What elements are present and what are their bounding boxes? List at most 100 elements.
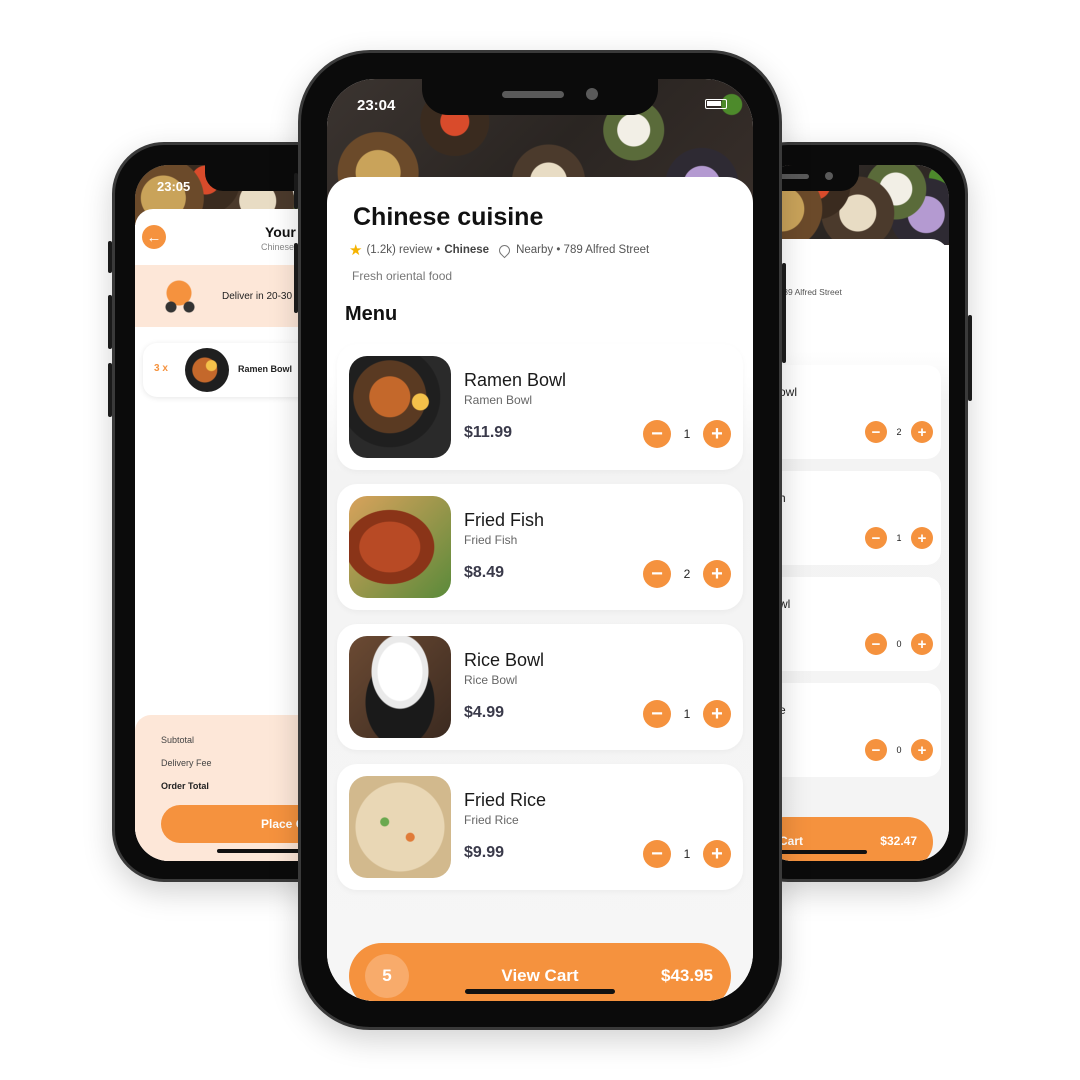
- menu-item-card[interactable]: wl − 0 +: [759, 577, 941, 671]
- quantity-stepper: − 1 +: [643, 420, 731, 448]
- review-count: (1.2k) review: [366, 244, 433, 256]
- view-cart-label: Cart: [779, 834, 804, 848]
- status-time: 23:04: [357, 97, 396, 114]
- qty-value: 1: [683, 427, 691, 441]
- qty-value: 0: [896, 745, 902, 755]
- quantity-stepper: − 2 +: [865, 421, 933, 443]
- decrease-qty-button[interactable]: −: [865, 527, 887, 549]
- increase-qty-button[interactable]: +: [911, 739, 933, 761]
- cart-title: Your: [265, 224, 296, 240]
- restaurant-name: Chinese cuisine: [353, 203, 544, 231]
- speaker: [502, 91, 564, 98]
- menu-item-card[interactable]: Ramen Bowl Ramen Bowl $11.99 − 1 +: [337, 344, 743, 470]
- order-total-label: Order Total: [161, 781, 209, 791]
- battery-icon: [705, 99, 727, 109]
- item-name: Fried Fish: [464, 510, 545, 530]
- item-subtitle: Fried Rice: [464, 813, 519, 827]
- delivery-fee-label: Delivery Fee: [161, 758, 212, 768]
- menu-item-card[interactable]: e − 0 +: [759, 683, 941, 777]
- quantity-stepper: − 1 +: [865, 527, 933, 549]
- restaurant-location: Nearby • 789 Alfred Street: [516, 244, 650, 256]
- notch: [422, 79, 658, 115]
- item-subtitle: Ramen Bowl: [464, 393, 533, 407]
- item-subtitle: Fried Fish: [464, 533, 518, 547]
- cart-total: $32.47: [880, 834, 917, 848]
- menu-item-card[interactable]: Rice Bowl Rice Bowl $4.99 − 1 +: [337, 624, 743, 750]
- menu-sheet: Chinese cuisine ★ (1.2k) review • Chines…: [327, 177, 753, 1001]
- menu-screen-copy: e rby • 789 Alfred Street owl − 2 + h − …: [759, 165, 949, 861]
- menu-item-card[interactable]: h − 1 +: [759, 471, 941, 565]
- decrease-qty-button[interactable]: −: [865, 421, 887, 443]
- star-icon: ★: [349, 242, 363, 259]
- volume-down-button: [108, 363, 112, 417]
- increase-qty-button[interactable]: +: [911, 633, 933, 655]
- menu-list: Ramen Bowl Ramen Bowl $11.99 − 1 + Fried…: [337, 344, 743, 904]
- delivery-scooter-icon: [159, 275, 199, 315]
- cuisine-category: Chinese: [444, 244, 490, 256]
- qty-value: 2: [683, 567, 691, 581]
- item-name: Ramen Bowl: [464, 370, 567, 390]
- cart-total: $43.95: [661, 966, 713, 985]
- increase-qty-button[interactable]: +: [703, 700, 731, 728]
- menu-sheet: e rby • 789 Alfred Street owl − 2 + h − …: [759, 239, 949, 861]
- decrease-qty-button[interactable]: −: [865, 739, 887, 761]
- quantity-stepper: − 0 +: [865, 633, 933, 655]
- quantity-stepper: − 1 +: [643, 700, 731, 728]
- location-pin-icon: [496, 242, 513, 258]
- meta-separator: •: [436, 244, 441, 256]
- item-image: [349, 496, 451, 598]
- item-price: $9.99: [464, 844, 505, 861]
- item-name: Rice Bowl: [464, 650, 545, 670]
- volume-up-button: [108, 295, 112, 349]
- increase-qty-button[interactable]: +: [703, 560, 731, 588]
- menu-item-card[interactable]: owl − 2 +: [759, 365, 941, 459]
- item-name: Fried Rice: [464, 790, 547, 810]
- item-price: $4.99: [464, 704, 505, 721]
- item-image: [349, 776, 451, 878]
- view-cart-button[interactable]: Cart $32.47: [759, 817, 933, 861]
- cart-subtitle: Chinese: [261, 242, 295, 252]
- increase-qty-button[interactable]: +: [911, 527, 933, 549]
- decrease-qty-button[interactable]: −: [865, 633, 887, 655]
- item-subtitle: Rice Bowl: [464, 673, 518, 687]
- qty-value: 1: [683, 707, 691, 721]
- item-image: [349, 356, 451, 458]
- delivery-time-text: Deliver in 20-30: [222, 291, 293, 302]
- home-indicator: [779, 850, 867, 854]
- increase-qty-button[interactable]: +: [911, 421, 933, 443]
- decrease-qty-button[interactable]: −: [643, 420, 671, 448]
- speaker: [779, 174, 809, 179]
- center-phone: 23:04 Chinese cuisine ★ (1.2k) review • …: [294, 50, 786, 1030]
- mute-switch: [294, 173, 298, 209]
- decrease-qty-button[interactable]: −: [643, 700, 671, 728]
- increase-qty-button[interactable]: +: [703, 420, 731, 448]
- item-price: $8.49: [464, 564, 505, 581]
- home-indicator: [465, 989, 615, 994]
- menu-item-card[interactable]: Fried Fish Fried Fish $8.49 − 2 +: [337, 484, 743, 610]
- cart-item-name: Ramen Bowl: [238, 364, 293, 374]
- cart-item-qty: 3 x: [154, 363, 168, 374]
- menu-item-card[interactable]: Fried Rice Fried Rice $9.99 − 1 +: [337, 764, 743, 890]
- status-time: 23:05: [157, 179, 191, 194]
- quantity-stepper: − 1 +: [643, 840, 731, 868]
- increase-qty-button[interactable]: +: [703, 840, 731, 868]
- power-button: [968, 315, 972, 401]
- back-arrow-icon: ←: [146, 228, 162, 246]
- camera: [825, 172, 833, 180]
- item-price: $11.99: [464, 424, 513, 441]
- decrease-qty-button[interactable]: −: [643, 840, 671, 868]
- quantity-stepper: − 0 +: [865, 739, 933, 761]
- cart-item-image: [185, 348, 229, 392]
- menu-heading: Menu: [345, 303, 398, 325]
- qty-value: 1: [683, 847, 691, 861]
- restaurant-meta: ★ (1.2k) review • Chinese Nearby • 789 A…: [349, 241, 649, 259]
- mute-switch: [108, 241, 112, 273]
- restaurant-tagline: Fresh oriental food: [352, 269, 453, 283]
- power-button: [782, 263, 786, 363]
- decrease-qty-button[interactable]: −: [643, 560, 671, 588]
- back-button[interactable]: ←: [142, 225, 166, 249]
- subtotal-label: Subtotal: [161, 735, 195, 745]
- qty-value: 2: [896, 427, 902, 437]
- camera: [586, 88, 598, 100]
- qty-value: 1: [896, 533, 902, 543]
